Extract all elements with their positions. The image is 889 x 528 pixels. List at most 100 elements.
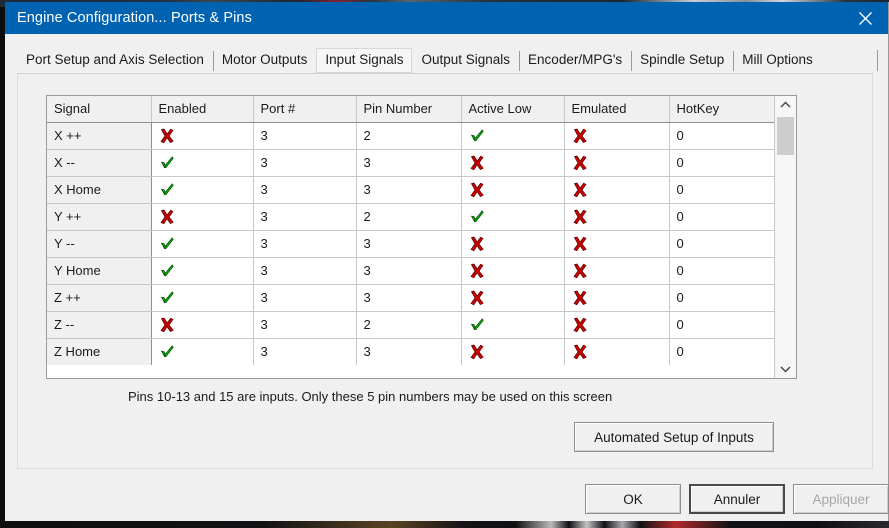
enabled-toggle[interactable] — [151, 257, 254, 285]
signal-name[interactable]: Y ++ — [47, 203, 152, 231]
signal-name[interactable]: X ++ — [47, 122, 152, 150]
port-number[interactable]: 3 — [253, 257, 357, 285]
column-header-pin-number[interactable]: Pin Number — [356, 96, 462, 123]
emulated-toggle[interactable] — [564, 149, 670, 177]
pin-number[interactable]: 3 — [356, 257, 462, 285]
table-row[interactable]: X Home 3 3 0 — [47, 176, 774, 204]
port-number[interactable]: 3 — [253, 122, 357, 150]
pin-number[interactable]: 2 — [356, 122, 462, 150]
column-header-port[interactable]: Port # — [253, 96, 357, 123]
signal-name[interactable]: Z ++ — [47, 284, 152, 312]
pin-number[interactable]: 3 — [356, 338, 462, 365]
automated-setup-of-inputs-button[interactable]: Automated Setup of Inputs — [574, 422, 774, 452]
active-low-toggle[interactable] — [461, 203, 565, 231]
table-row[interactable]: Z -- 3 2 0 — [47, 311, 774, 339]
emulated-toggle[interactable] — [564, 257, 670, 285]
table-row[interactable]: Y Home 3 3 0 — [47, 257, 774, 285]
emulated-toggle[interactable] — [564, 338, 670, 365]
grid-scroll-area: Signal Enabled Port # Pin Number Active Low E… — [47, 96, 774, 378]
signal-name[interactable]: Y Home — [47, 257, 152, 285]
tab-mill-options[interactable]: Mill Options — [733, 48, 822, 73]
enabled-toggle[interactable] — [151, 311, 254, 339]
active-low-toggle[interactable] — [461, 311, 565, 339]
enabled-toggle[interactable] — [151, 122, 254, 150]
apply-button[interactable]: Appliquer — [793, 484, 889, 514]
active-low-toggle[interactable] — [461, 284, 565, 312]
port-number[interactable]: 3 — [253, 149, 357, 177]
tab-spindle-setup[interactable]: Spindle Setup — [631, 48, 734, 73]
emulated-toggle[interactable] — [564, 176, 670, 204]
hotkey-value[interactable]: 0 — [669, 338, 774, 365]
column-header-signal[interactable]: Signal — [47, 96, 152, 123]
active-low-toggle[interactable] — [461, 122, 565, 150]
enabled-toggle[interactable] — [151, 149, 254, 177]
close-icon[interactable] — [842, 2, 888, 34]
tab-encoder-mpg-s[interactable]: Encoder/MPG's — [519, 48, 632, 73]
hotkey-value[interactable]: 0 — [669, 284, 774, 312]
emulated-toggle[interactable] — [564, 122, 670, 150]
column-header-hotkey[interactable]: HotKey — [669, 96, 774, 123]
emulated-toggle[interactable] — [564, 230, 670, 258]
pin-number[interactable]: 2 — [356, 203, 462, 231]
port-number[interactable]: 3 — [253, 176, 357, 204]
enabled-toggle[interactable] — [151, 203, 254, 231]
hotkey-value[interactable]: 0 — [669, 122, 774, 150]
emulated-toggle[interactable] — [564, 203, 670, 231]
hotkey-value[interactable]: 0 — [669, 176, 774, 204]
signal-name[interactable]: Y -- — [47, 230, 152, 258]
port-number[interactable]: 3 — [253, 203, 357, 231]
table-body: X ++ 3 2 0 X -- 3 3 0 X Home 3 3 0 Y ++ 3 2 0 Y -- 3 3 0 Y H… — [47, 122, 774, 365]
signal-name[interactable]: X Home — [47, 176, 152, 204]
pin-number[interactable]: 3 — [356, 149, 462, 177]
active-low-toggle[interactable] — [461, 230, 565, 258]
port-number[interactable]: 3 — [253, 230, 357, 258]
active-low-toggle[interactable] — [461, 176, 565, 204]
hotkey-value[interactable]: 0 — [669, 257, 774, 285]
column-header-emulated[interactable]: Emulated — [564, 96, 670, 123]
pin-number[interactable]: 3 — [356, 176, 462, 204]
table-row[interactable]: X -- 3 3 0 — [47, 149, 774, 177]
enabled-toggle[interactable] — [151, 338, 254, 365]
enabled-toggle[interactable] — [151, 284, 254, 312]
input-signals-tab-page: Signal Enabled Port # Pin Number Active Low E… — [17, 73, 873, 469]
port-number[interactable]: 3 — [253, 284, 357, 312]
vertical-scrollbar[interactable] — [774, 96, 796, 378]
cancel-button[interactable]: Annuler — [689, 484, 785, 514]
port-number[interactable]: 3 — [253, 311, 357, 339]
table-row[interactable]: Z Home 3 3 0 — [47, 338, 774, 365]
column-header-enabled[interactable]: Enabled — [151, 96, 254, 123]
emulated-toggle[interactable] — [564, 311, 670, 339]
chevron-up-icon[interactable] — [775, 96, 796, 114]
hotkey-value[interactable]: 0 — [669, 203, 774, 231]
active-low-toggle[interactable] — [461, 257, 565, 285]
chevron-down-icon[interactable] — [775, 360, 796, 378]
hotkey-value[interactable]: 0 — [669, 230, 774, 258]
tab-port-setup-and-axis-selection[interactable]: Port Setup and Axis Selection — [17, 48, 213, 73]
column-header-active-low[interactable]: Active Low — [461, 96, 565, 123]
table-row[interactable]: Y -- 3 3 0 — [47, 230, 774, 258]
signal-name[interactable]: Z Home — [47, 338, 152, 365]
enabled-toggle[interactable] — [151, 230, 254, 258]
title-bar: Engine Configuration... Ports & Pins — [5, 2, 888, 34]
signal-name[interactable]: X -- — [47, 149, 152, 177]
table-row[interactable]: Y ++ 3 2 0 — [47, 203, 774, 231]
pin-number[interactable]: 3 — [356, 230, 462, 258]
hotkey-value[interactable]: 0 — [669, 149, 774, 177]
ok-button[interactable]: OK — [585, 484, 681, 514]
active-low-toggle[interactable] — [461, 338, 565, 365]
emulated-toggle[interactable] — [564, 284, 670, 312]
scrollbar-thumb[interactable] — [777, 117, 794, 155]
signal-name[interactable]: Z -- — [47, 311, 152, 339]
hotkey-value[interactable]: 0 — [669, 311, 774, 339]
table-row[interactable]: X ++ 3 2 0 — [47, 122, 774, 150]
window-title: Engine Configuration... Ports & Pins — [17, 10, 252, 26]
pin-number[interactable]: 3 — [356, 284, 462, 312]
table-row[interactable]: Z ++ 3 3 0 — [47, 284, 774, 312]
pin-number[interactable]: 2 — [356, 311, 462, 339]
active-low-toggle[interactable] — [461, 149, 565, 177]
enabled-toggle[interactable] — [151, 176, 254, 204]
port-number[interactable]: 3 — [253, 338, 357, 365]
tab-motor-outputs[interactable]: Motor Outputs — [212, 48, 317, 73]
tab-output-signals[interactable]: Output Signals — [412, 48, 520, 73]
tab-input-signals[interactable]: Input Signals — [316, 48, 413, 73]
